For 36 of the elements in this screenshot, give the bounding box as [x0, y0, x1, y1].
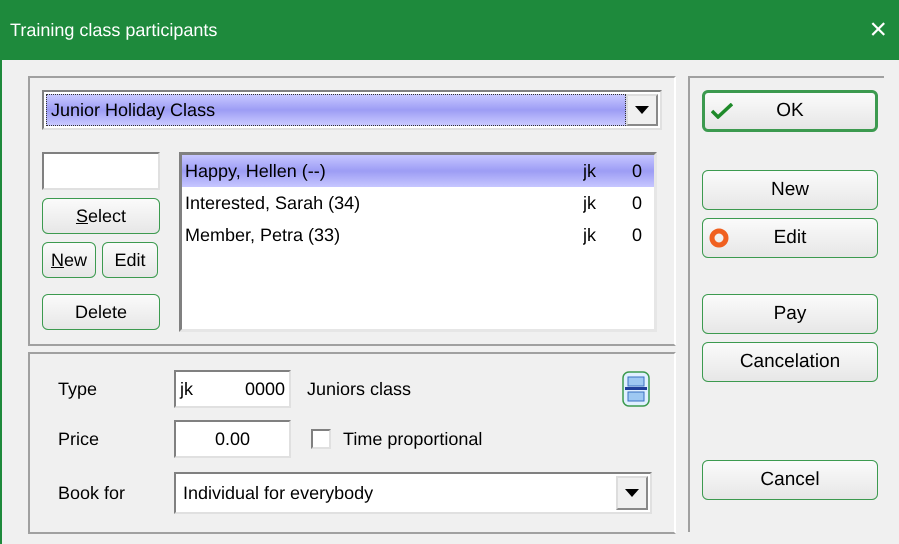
ring-icon [709, 228, 729, 248]
new-button[interactable]: New [42, 242, 96, 278]
action-button[interactable]: Cancel [702, 460, 878, 500]
dropdown-button[interactable] [626, 94, 658, 126]
close-button[interactable]: × [869, 15, 887, 45]
participant-name: Interested, Sarah (34) [185, 192, 362, 214]
type-field[interactable]: jk 0000 [174, 370, 291, 408]
participant-code: 0 [632, 160, 644, 182]
dropdown-arrow-icon [625, 489, 639, 497]
time-proportional-label: Time proportional [343, 428, 482, 450]
edit-button[interactable]: Edit [102, 242, 158, 278]
price-field[interactable]: 0.00 [174, 420, 291, 458]
type-name: Juniors class [307, 378, 412, 400]
layout-toggle-icon[interactable] [622, 371, 650, 407]
checkmark-icon [711, 103, 733, 119]
action-button[interactable]: Cancelation [702, 342, 878, 382]
select-button[interactable]: Select [42, 198, 160, 234]
action-button[interactable]: New [702, 170, 878, 210]
action-button[interactable]: Pay [702, 294, 878, 334]
participant-name: Member, Petra (33) [185, 224, 342, 246]
time-proportional-checkbox[interactable] [311, 429, 331, 449]
participant-name: Happy, Hellen (--) [185, 160, 327, 182]
class-dropdown[interactable]: Junior Holiday Class [42, 90, 662, 130]
dropdown-button[interactable] [616, 476, 648, 510]
type-label: Type [58, 378, 98, 400]
book-for-dropdown[interactable]: Individual for everybody [174, 472, 652, 514]
participant-code: 0 [632, 192, 644, 214]
action-button[interactable]: Edit [702, 218, 878, 258]
participant-code: 0 [632, 224, 644, 246]
dropdown-arrow-icon [635, 106, 649, 114]
book-for-label: Book for [58, 482, 126, 504]
window-title: Training class participants [10, 20, 218, 40]
action-button[interactable]: OK [702, 90, 878, 132]
delete-button[interactable]: Delete [42, 294, 160, 330]
price-label: Price [58, 428, 100, 450]
search-field[interactable] [42, 152, 160, 190]
